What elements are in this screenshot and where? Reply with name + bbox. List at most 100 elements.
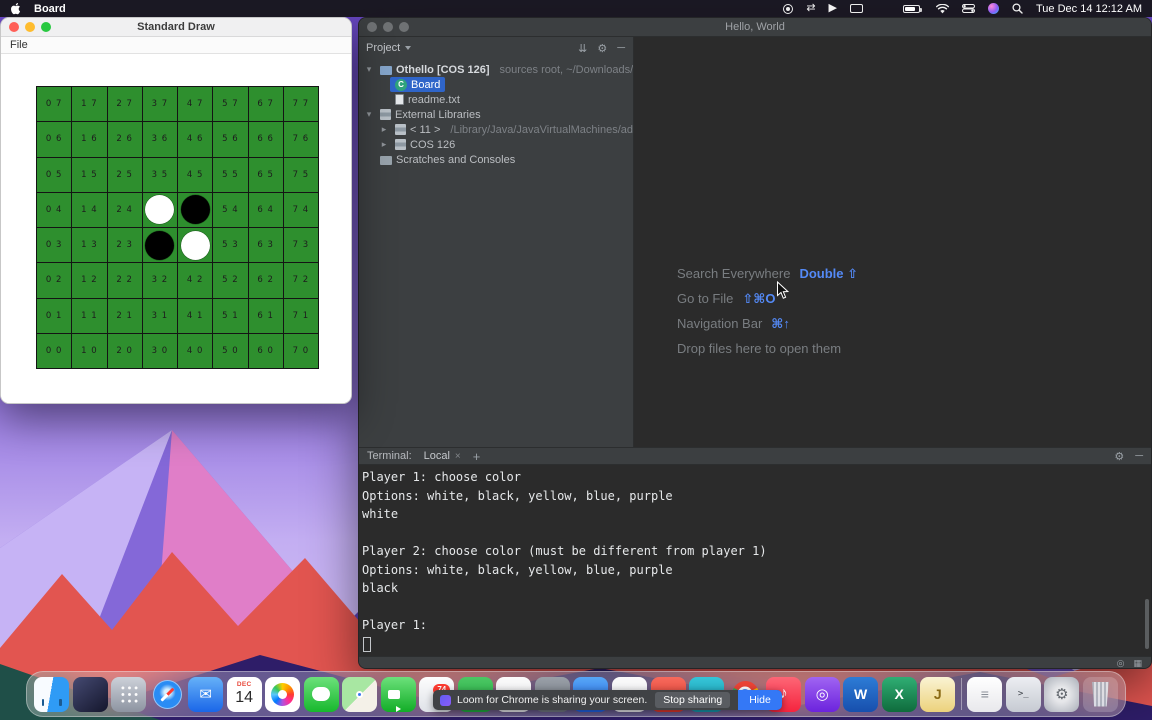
dock-podcasts[interactable]: ◎ — [804, 676, 840, 712]
board-cell[interactable]: 6 0 — [248, 333, 283, 368]
terminal-tab-local[interactable]: Local × — [420, 450, 465, 462]
board-cell[interactable]: 7 4 — [283, 192, 318, 227]
close-tab-icon[interactable]: × — [455, 451, 461, 462]
board-cell[interactable]: 4 2 — [178, 263, 213, 298]
active-app-name[interactable]: Board — [34, 3, 66, 15]
board-cell[interactable]: 5 1 — [213, 298, 248, 333]
dock-word[interactable]: W — [843, 676, 879, 712]
hide-panel-icon[interactable]: ─ — [617, 42, 625, 55]
board-cell[interactable]: 0 1 — [37, 298, 72, 333]
board-cell[interactable]: 2 3 — [107, 228, 142, 263]
board-cell[interactable]: 5 3 — [213, 228, 248, 263]
dock-utility[interactable]: >_ — [1005, 676, 1041, 712]
hide-button[interactable]: Hide — [738, 690, 782, 710]
board-cell[interactable]: 7 6 — [283, 122, 318, 157]
board-cell[interactable]: 1 0 — [72, 333, 107, 368]
board-cell[interactable]: 3 0 — [142, 333, 177, 368]
board-cell[interactable]: 1 2 — [72, 263, 107, 298]
board-cell[interactable]: 7 2 — [283, 263, 318, 298]
board-cell[interactable]: 5 7 — [213, 87, 248, 122]
tree-item-cos-126-lib[interactable]: ▸ COS 126 — [359, 137, 633, 152]
board-cell[interactable]: 1 5 — [72, 157, 107, 192]
close-button[interactable] — [9, 22, 19, 32]
board-cell[interactable] — [178, 192, 213, 227]
tree-item-readme[interactable]: readme.txt — [359, 92, 633, 107]
file-menu[interactable]: File — [10, 39, 28, 51]
board-cell[interactable]: 0 2 — [37, 263, 72, 298]
terminal-output[interactable]: Player 1: choose color Options: white, bl… — [359, 465, 1151, 656]
dock-mail[interactable]: ✉ — [188, 676, 224, 712]
board-cell[interactable] — [178, 228, 213, 263]
status-search-icon[interactable]: ◎ — [1117, 658, 1125, 668]
board-cell[interactable]: 1 3 — [72, 228, 107, 263]
board-cell[interactable]: 4 5 — [178, 157, 213, 192]
dock-photos[interactable] — [265, 676, 301, 712]
dock-excel[interactable]: X — [881, 676, 917, 712]
board-cell[interactable]: 1 1 — [72, 298, 107, 333]
control-center-icon[interactable] — [962, 2, 975, 15]
tree-item-jdk-11[interactable]: ▸ < 11 > /Library/Java/JavaVirtualMachines… — [359, 122, 633, 137]
chevron-down-icon[interactable] — [405, 46, 412, 50]
board-cell[interactable]: 0 6 — [37, 122, 72, 157]
terminal-hide-icon[interactable]: ─ — [1135, 450, 1143, 463]
collapse-all-icon[interactable]: ⇊ — [578, 42, 587, 55]
board-cell[interactable]: 1 4 — [72, 192, 107, 227]
dock-textedit[interactable]: ≡ — [967, 676, 1003, 712]
project-panel-title[interactable]: Project — [366, 42, 400, 54]
board-cell[interactable]: 4 1 — [178, 298, 213, 333]
tree-item-board[interactable]: C Board — [359, 77, 633, 92]
editor-area[interactable]: Search Everywhere Double ⇧ Go to File ⇧⌘O Na… — [634, 37, 1151, 447]
dock-finder[interactable] — [34, 676, 69, 712]
board-cell[interactable]: 6 1 — [248, 298, 283, 333]
terminal-settings-icon[interactable]: ⚙ — [1114, 450, 1124, 463]
screen-record-icon[interactable] — [783, 3, 794, 14]
settings-gear-icon[interactable]: ⚙ — [597, 42, 607, 55]
standard-draw-titlebar[interactable]: Standard Draw — [1, 18, 351, 37]
minimize-button[interactable] — [25, 22, 35, 32]
chevron-right-icon[interactable]: ▸ — [378, 124, 390, 135]
board-cell[interactable]: 6 7 — [248, 87, 283, 122]
dock-safari[interactable] — [150, 677, 185, 712]
board-cell[interactable]: 0 0 — [37, 333, 72, 368]
siri-icon[interactable] — [988, 3, 999, 14]
board-cell[interactable]: 7 0 — [283, 333, 318, 368]
board-cell[interactable]: 3 1 — [142, 298, 177, 333]
board-cell[interactable]: 6 6 — [248, 122, 283, 157]
board-cell[interactable]: 5 4 — [213, 192, 248, 227]
board-cell[interactable]: 5 0 — [213, 333, 248, 368]
board-cell[interactable]: 6 5 — [248, 157, 283, 192]
board-cell[interactable]: 4 6 — [178, 122, 213, 157]
play-icon[interactable]: ▶ — [829, 2, 837, 15]
board-cell[interactable]: 3 2 — [142, 263, 177, 298]
board-cell[interactable]: 2 5 — [107, 157, 142, 192]
board-cell[interactable] — [142, 192, 177, 227]
wifi-icon[interactable] — [936, 2, 949, 15]
board-cell[interactable]: 0 5 — [37, 157, 72, 192]
ide-titlebar[interactable]: Hello, World — [359, 18, 1151, 37]
board-cell[interactable]: 2 2 — [107, 263, 142, 298]
board-cell[interactable]: 7 3 — [283, 228, 318, 263]
battery-icon[interactable] — [903, 4, 922, 13]
close-button[interactable] — [367, 22, 377, 32]
dock-calendar[interactable]: DEC 14 — [226, 676, 262, 712]
chevron-right-icon[interactable]: ▸ — [378, 139, 390, 150]
board-cell[interactable]: 1 7 — [72, 87, 107, 122]
dock-system-preferences[interactable]: ⚙ — [1044, 676, 1080, 712]
board-cell[interactable]: 0 3 — [37, 228, 72, 263]
board-cell[interactable]: 6 2 — [248, 263, 283, 298]
input-source-flag-icon[interactable] — [876, 4, 890, 13]
zoom-button[interactable] — [41, 22, 51, 32]
dock-maps[interactable] — [342, 676, 378, 712]
chevron-down-icon[interactable]: ▾ — [363, 64, 375, 75]
board-cell[interactable]: 0 4 — [37, 192, 72, 227]
stop-sharing-button[interactable]: Stop sharing — [655, 692, 731, 708]
board-cell[interactable]: 3 6 — [142, 122, 177, 157]
board-cell[interactable]: 3 5 — [142, 157, 177, 192]
board-cell[interactable]: 7 1 — [283, 298, 318, 333]
dock-launchpad[interactable] — [111, 676, 147, 712]
board-cell[interactable]: 4 0 — [178, 333, 213, 368]
board-cell[interactable]: 5 6 — [213, 122, 248, 157]
tree-item-external-libraries[interactable]: ▾ External Libraries — [359, 107, 633, 122]
chevron-down-icon[interactable]: ▾ — [363, 109, 375, 120]
menu-bar-clock[interactable]: Tue Dec 14 12:12 AM — [1036, 3, 1142, 15]
